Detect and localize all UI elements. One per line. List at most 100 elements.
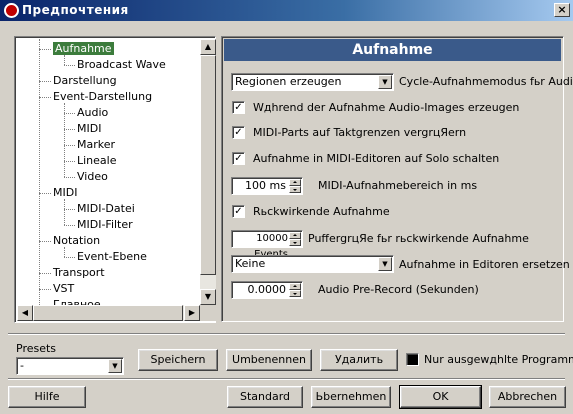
- tree-item[interactable]: Broadcast Wave: [77, 57, 166, 73]
- retro-buffer-label: PuffergrцЯe fьr rьckwirkende Aufnahme: [308, 232, 529, 245]
- scroll-left-icon[interactable]: ◀: [17, 305, 33, 321]
- tree-horizontal-scrollbar[interactable]: ◀ ▶: [17, 305, 200, 321]
- tree-item-label: MIDI-Filter: [77, 218, 133, 231]
- stepper-arrows-icon[interactable]: [289, 283, 301, 297]
- retro-record-checkbox[interactable]: ✓: [232, 205, 245, 218]
- cycle-mode-label: Cycle-Aufnahmemodus fьr Audio: [399, 75, 573, 88]
- prerecord-label: Audio Pre-Record (Sekunden): [318, 283, 479, 296]
- cycle-mode-select[interactable]: Regionen erzeugen ▼: [231, 73, 394, 91]
- tree-connector: [39, 193, 51, 194]
- midi-range-stepper[interactable]: 100 ms: [231, 177, 303, 195]
- tree-connector: [64, 129, 75, 130]
- tree-item[interactable]: MIDI: [53, 185, 77, 201]
- solo-label: Aufnahme in MIDI-Editoren auf Solo schal…: [253, 152, 500, 165]
- tree-item[interactable]: Event-Darstellung: [53, 89, 152, 105]
- chevron-down-icon[interactable]: ▼: [378, 257, 392, 271]
- apply-button[interactable]: Ьbernehmen: [311, 386, 391, 408]
- audio-images-checkbox[interactable]: ✓: [232, 101, 245, 114]
- replace-mode-value: Keine: [235, 257, 266, 270]
- solo-checkbox[interactable]: ✓: [232, 152, 245, 165]
- midi-range-label: MIDI-Aufnahmebereich in ms: [318, 179, 478, 192]
- tree-connector: [39, 39, 40, 305]
- tree-item[interactable]: Aufnahme: [53, 41, 114, 57]
- delete-preset-button[interactable]: Удалить: [320, 349, 398, 371]
- tree-item[interactable]: Transport: [53, 265, 105, 281]
- replace-mode-select[interactable]: Keine ▼: [231, 255, 394, 273]
- save-preset-button[interactable]: Speichern: [138, 349, 218, 371]
- tree-item[interactable]: Lineale: [77, 153, 117, 169]
- tree-connector: [39, 97, 51, 98]
- close-button[interactable]: ×: [554, 3, 570, 17]
- scroll-right-icon[interactable]: ▶: [184, 305, 200, 321]
- tree-item-label: Event-Ebene: [77, 250, 147, 263]
- stepper-arrows-icon[interactable]: [289, 232, 301, 246]
- retro-buffer-stepper[interactable]: 10000 Events: [231, 230, 303, 260]
- midi-range-value: 100 ms: [245, 179, 286, 192]
- title-bar: Предпочтения ×: [0, 0, 573, 21]
- tree-connector: [64, 209, 75, 210]
- tree-item[interactable]: Video: [77, 169, 108, 185]
- scroll-down-icon[interactable]: ▼: [200, 289, 216, 305]
- tree-connector: [39, 81, 51, 82]
- tree-item[interactable]: MIDI-Datei: [77, 201, 135, 217]
- prerecord-value: 0.0000: [247, 283, 287, 296]
- tree-connector: [39, 241, 51, 242]
- tree-connector: [64, 55, 65, 65]
- midi-parts-label: MIDI-Parts auf Taktgrenzen vergrцЯern: [253, 126, 467, 139]
- tree-item-label: Broadcast Wave: [77, 58, 166, 71]
- window-title: Предпочтения: [22, 3, 129, 17]
- tree-connector: [64, 65, 75, 66]
- tree-item-label: Marker: [77, 138, 116, 151]
- tree-connector: [64, 177, 75, 178]
- separator: [8, 333, 565, 335]
- settings-panel: Aufnahme Regionen erzeugen ▼ Cycle-Aufna…: [221, 36, 573, 322]
- tree-item[interactable]: Event-Ebene: [77, 249, 147, 265]
- stepper-arrows-icon[interactable]: [289, 179, 301, 193]
- tree-item-label: MIDI: [53, 186, 78, 199]
- tree-item-label: Transport: [53, 266, 105, 279]
- standard-button[interactable]: Standard: [227, 386, 303, 408]
- replace-mode-label: Aufnahme in Editoren ersetzen: [399, 258, 570, 271]
- tree-item[interactable]: Darstellung: [53, 73, 117, 89]
- scroll-corner: [200, 305, 216, 321]
- chevron-down-icon[interactable]: ▼: [108, 359, 122, 373]
- presets-label: Presets: [16, 342, 57, 355]
- tree-item-label: Главное: [53, 298, 101, 305]
- presets-value: -: [20, 359, 24, 372]
- tree-connector: [64, 199, 65, 225]
- only-changed-checkbox[interactable]: [406, 353, 419, 366]
- tree-item[interactable]: Notation: [53, 233, 100, 249]
- tree-item-label: Video: [77, 170, 108, 183]
- scroll-up-icon[interactable]: ▲: [200, 39, 216, 55]
- tree-connector: [39, 49, 51, 50]
- separator: [8, 378, 565, 380]
- tree-item[interactable]: MIDI-Filter: [77, 217, 133, 233]
- tree-item[interactable]: VST: [53, 281, 74, 297]
- cancel-button[interactable]: Abbrechen: [489, 386, 566, 408]
- help-button[interactable]: Hilfe: [8, 386, 86, 408]
- tree-item[interactable]: MIDI: [77, 121, 101, 137]
- tree-connector: [64, 103, 65, 177]
- tree-item[interactable]: Главное: [53, 297, 101, 305]
- tree-item-label: MIDI: [77, 122, 102, 135]
- rename-preset-button[interactable]: Umbenennen: [226, 349, 312, 371]
- ok-button[interactable]: OK: [399, 385, 482, 409]
- tree-connector: [64, 145, 75, 146]
- preferences-tree: Aufnahme Broadcast Wave Darstellung Event-D…: [14, 36, 216, 323]
- presets-select[interactable]: - ▼: [16, 357, 124, 375]
- prerecord-stepper[interactable]: 0.0000: [231, 281, 303, 299]
- tree-item-label: Audio: [77, 106, 109, 119]
- tree-connector: [64, 225, 75, 226]
- chevron-down-icon[interactable]: ▼: [378, 75, 392, 89]
- tree-connector: [64, 161, 75, 162]
- tree-item[interactable]: Audio: [77, 105, 108, 121]
- tree-connector: [39, 289, 51, 290]
- only-changed-label: Nur ausgewдhlte Programmeir: [424, 353, 573, 366]
- midi-parts-checkbox[interactable]: ✓: [232, 126, 245, 139]
- hscroll-thumb[interactable]: [33, 305, 183, 321]
- tree-item[interactable]: Marker: [77, 137, 115, 153]
- scroll-thumb[interactable]: [200, 55, 216, 275]
- tree-item-label: Notation: [53, 234, 101, 247]
- tree-connector: [64, 247, 65, 257]
- tree-vertical-scrollbar[interactable]: ▲ ▼: [200, 39, 216, 305]
